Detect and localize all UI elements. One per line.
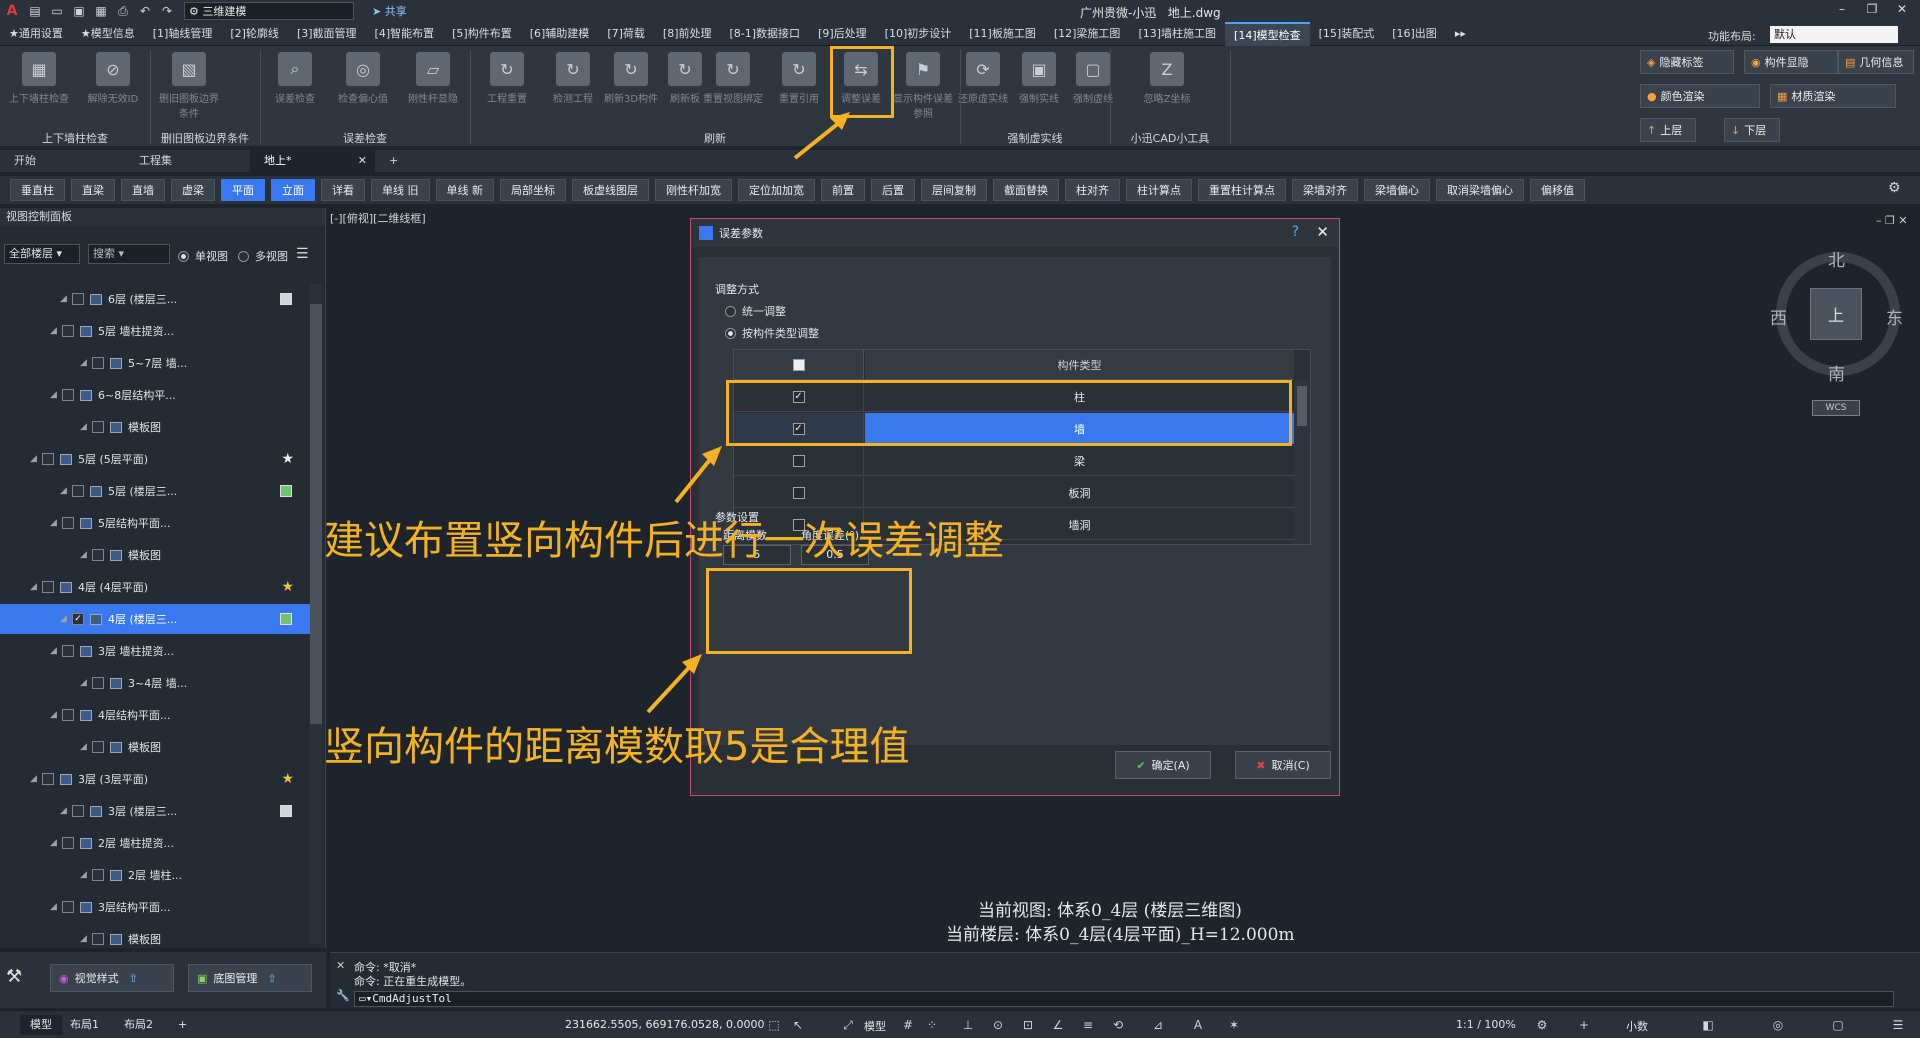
annotation-text-1: 建议布置竖向构件后进行一次误差调整 (324, 518, 1004, 564)
base-map-label: 底图管理 (213, 972, 258, 985)
command-line-2: 命令: 正在重生成模型。 (354, 975, 472, 988)
tab-model[interactable]: 模型 (20, 1015, 62, 1035)
model-space-label[interactable]: 模型 (864, 1018, 886, 1034)
units-select[interactable]: 小数 (1626, 1018, 1648, 1034)
grid-icon[interactable]: # (900, 1017, 916, 1033)
visual-style-button[interactable]: ◉ 视觉样式 ⇧ (50, 964, 174, 992)
angle-icon[interactable]: ∠ (1050, 1017, 1066, 1033)
add-layout-icon[interactable]: + (168, 1015, 197, 1035)
annotation-text-2: 竖向构件的距离模数取5是合理值 (324, 724, 910, 770)
palette-icon: ◉ (59, 971, 69, 985)
hardware-accel-icon[interactable]: ◎ (1770, 1017, 1786, 1033)
visual-style-label: 视觉样式 (74, 972, 119, 985)
scale-readout[interactable]: 1:1 / 100% (1456, 1018, 1516, 1031)
isolate-icon[interactable]: ◧ (1700, 1017, 1716, 1033)
tools-icon[interactable]: ⚒ (6, 966, 22, 987)
workspace-icon[interactable]: ✶ (1226, 1017, 1242, 1033)
command-area: ✕ 🔧 命令: *取消* 命令: 正在重生成模型。 ▭▾CmdAdjustTol (330, 952, 1920, 1008)
tab-layout1[interactable]: 布局1 (60, 1015, 109, 1035)
base-map-button[interactable]: ▣ 底图管理 ⇧ (188, 964, 312, 992)
snap-icon[interactable]: ⤢ (840, 1017, 856, 1033)
select-pointer-icon[interactable]: ↖ (790, 1017, 806, 1033)
line-weight-icon[interactable]: ≡ (1080, 1017, 1096, 1033)
annotation-scale-icon[interactable]: A (1190, 1017, 1206, 1033)
osnap-icon[interactable]: ⊡ (1020, 1017, 1036, 1033)
status-bar: 模型 布局1 布局2 + 231662.5505, 669176.0528, 0… (0, 1010, 1920, 1038)
map-icon: ▣ (197, 971, 208, 985)
tab-layout2[interactable]: 布局2 (114, 1015, 163, 1035)
ortho-icon[interactable]: ⊥ (960, 1017, 976, 1033)
settings-icon[interactable]: ⚙ (1534, 1017, 1550, 1033)
arrow-up-icon: ⇧ (128, 971, 138, 985)
polar-icon[interactable]: ⊙ (990, 1017, 1006, 1033)
cursor-coordinates: 231662.5505, 669176.0528, 0.0000 (565, 1018, 765, 1031)
customize-icon[interactable]: ☰ (1890, 1017, 1906, 1033)
add-icon[interactable]: + (1576, 1017, 1592, 1033)
command-prompt-icon: ▭▾ (359, 992, 373, 1005)
command-close-icon[interactable]: ✕ (336, 959, 345, 972)
dots-grid-icon[interactable]: ⁘ (924, 1017, 940, 1033)
command-input[interactable]: ▭▾CmdAdjustTol (354, 991, 1894, 1007)
wrench-icon[interactable]: 🔧 (336, 989, 350, 1002)
ucs-icon[interactable]: ⊿ (1150, 1017, 1166, 1033)
panel-bottom-bar: ⚒ ◉ 视觉样式 ⇧ ▣ 底图管理 ⇧ (0, 952, 326, 1008)
selection-cycle-icon[interactable]: ⟲ (1110, 1017, 1126, 1033)
cursor-mode-icon[interactable]: ⬚ (766, 1017, 782, 1033)
arrow-up-icon: ⇧ (267, 971, 277, 985)
clean-screen-icon[interactable]: ▢ (1830, 1017, 1846, 1033)
command-input-text: CmdAdjustTol (372, 992, 452, 1005)
